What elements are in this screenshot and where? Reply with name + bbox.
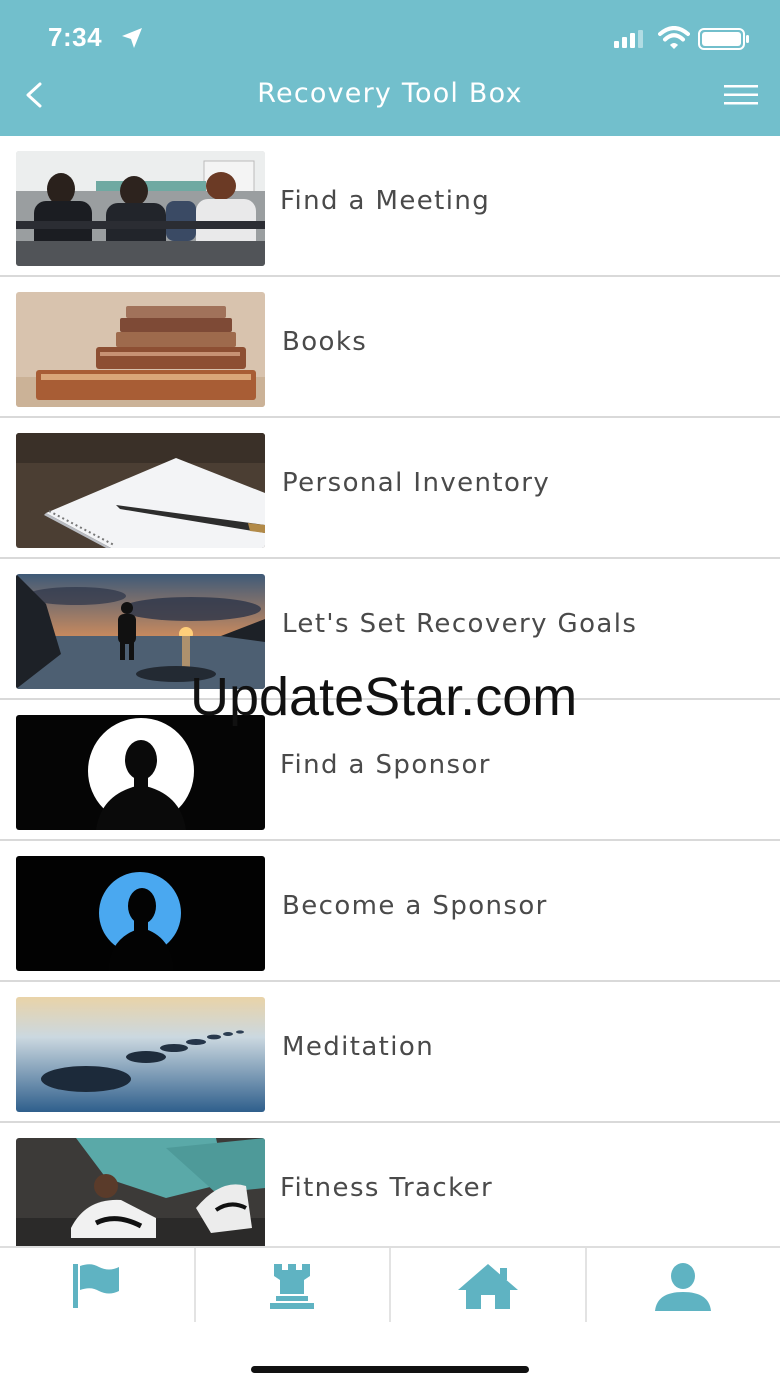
blue-silhouette-thumbnail (16, 856, 265, 971)
list-item-become-a-sponsor[interactable]: Become a Sponsor (0, 841, 780, 982)
battery-icon (698, 28, 749, 50)
books-thumbnail (16, 292, 265, 407)
bottom-tab-bar (0, 1246, 780, 1322)
list-item-find-a-meeting[interactable]: Find a Meeting (0, 136, 780, 277)
list-item-meditation[interactable]: Meditation (0, 982, 780, 1123)
page-title: Recovery Tool Box (257, 78, 523, 109)
tab-home[interactable] (391, 1248, 587, 1322)
stones-thumbnail (16, 997, 265, 1112)
list-item-fitness-tracker[interactable]: Fitness Tracker (0, 1123, 780, 1246)
meeting-thumbnail (16, 151, 265, 266)
list-item-recovery-goals[interactable]: Let's Set Recovery Goals (0, 559, 780, 700)
toolbox-list: Find a Meeting Books Personal Inventory … (0, 136, 780, 1246)
notebook-thumbnail (16, 433, 265, 548)
top-bar: 7:34 Recovery Tool Box (0, 0, 780, 136)
tab-tower[interactable] (196, 1248, 391, 1322)
sneakers-thumbnail (16, 1138, 265, 1246)
flag-icon (72, 1264, 119, 1308)
wifi-icon (658, 26, 690, 49)
tower-icon (270, 1264, 315, 1309)
item-label: Become a Sponsor (282, 891, 548, 921)
silhouette-thumbnail (16, 715, 265, 830)
tab-flag[interactable] (0, 1248, 196, 1322)
item-label: Find a Meeting (280, 186, 491, 216)
item-label: Find a Sponsor (280, 750, 491, 780)
list-item-books[interactable]: Books (0, 277, 780, 418)
location-arrow-icon (122, 28, 142, 48)
item-label: Fitness Tracker (280, 1173, 494, 1203)
item-label: Meditation (282, 1032, 435, 1062)
list-item-find-a-sponsor[interactable]: Find a Sponsor (0, 700, 780, 841)
item-label: Let's Set Recovery Goals (282, 609, 638, 639)
tab-profile[interactable] (587, 1248, 780, 1322)
sunset-thumbnail (16, 574, 265, 689)
person-icon (655, 1263, 712, 1311)
home-indicator (251, 1366, 529, 1373)
item-label: Personal Inventory (282, 468, 551, 498)
home-icon (457, 1264, 518, 1309)
hamburger-menu-icon[interactable] (724, 84, 758, 106)
item-label: Books (282, 327, 368, 357)
cellular-signal-icon (614, 30, 643, 48)
list-item-personal-inventory[interactable]: Personal Inventory (0, 418, 780, 559)
status-time: 7:34 (48, 22, 103, 52)
